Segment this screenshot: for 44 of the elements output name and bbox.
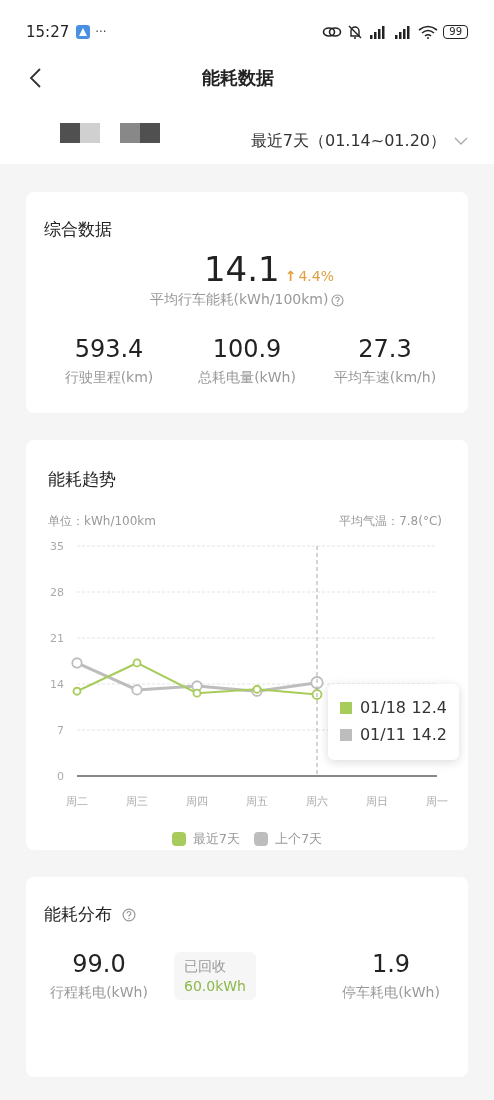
x-tick-label: 周日: [366, 795, 388, 808]
tooltip-value: 12.4: [411, 698, 447, 717]
temperature-label: 平均气温：7.8(°C): [339, 513, 442, 530]
x-tick-label: 周二: [66, 795, 88, 808]
drive-consumption-label: 行程耗电(kWh): [50, 984, 148, 1002]
y-tick-label: 21: [50, 632, 64, 645]
y-tick-label: 14: [50, 678, 64, 691]
y-tick-label: 7: [57, 724, 64, 737]
stat-value: 100.9: [212, 335, 282, 363]
drive-consumption-value: 99.0: [72, 950, 126, 978]
recovered-label: 已回收: [184, 958, 227, 976]
change-percent: 4.4%: [298, 268, 334, 284]
tooltip-date: 01/18: [359, 698, 407, 717]
card-title: 能耗趋势: [47, 468, 117, 491]
card-title: 综合数据: [44, 218, 113, 241]
stat-value: 593.4: [74, 335, 144, 363]
unit-label: 单位：kWh/100km: [48, 513, 156, 530]
average-consumption-label: 平均行车能耗(kWh/100km): [149, 291, 329, 309]
parked-consumption-value: 1.9: [371, 950, 411, 978]
tooltip-value: 14.2: [411, 725, 447, 744]
y-tick-label: 0: [57, 770, 64, 783]
y-tick-label: 35: [50, 540, 64, 553]
recovered-value: 60.0kWh: [184, 978, 246, 994]
period-selector[interactable]: 最近7天（01.14~01.20）: [250, 130, 468, 152]
legend-label[interactable]: 最近7天: [192, 830, 240, 848]
stat-label: 总耗电量(kWh): [198, 369, 296, 387]
tooltip-date: 01/11: [359, 725, 407, 744]
stat-label: 行驶里程(km): [64, 369, 154, 387]
x-tick-label: 周四: [186, 795, 208, 808]
page-title: 能耗数据: [202, 66, 274, 90]
card-title: 能耗分布: [44, 903, 112, 926]
x-tick-label: 周一: [426, 795, 448, 808]
stat-label: 平均车速(km/h): [333, 369, 437, 387]
change-arrow: ↑: [284, 268, 297, 284]
average-consumption-value: 14.1: [204, 249, 280, 289]
y-tick-label: 28: [50, 586, 64, 599]
x-tick-label: 周六: [306, 795, 328, 808]
stat-value: 27.3: [358, 335, 412, 363]
parked-consumption-label: 停车耗电(kWh): [342, 984, 440, 1002]
more-notifications: ···: [95, 25, 107, 39]
x-tick-label: 周五: [246, 795, 268, 808]
legend-label[interactable]: 上个7天: [275, 830, 323, 848]
status-time: 15:27: [26, 23, 70, 41]
battery-indicator: 99: [443, 25, 468, 39]
